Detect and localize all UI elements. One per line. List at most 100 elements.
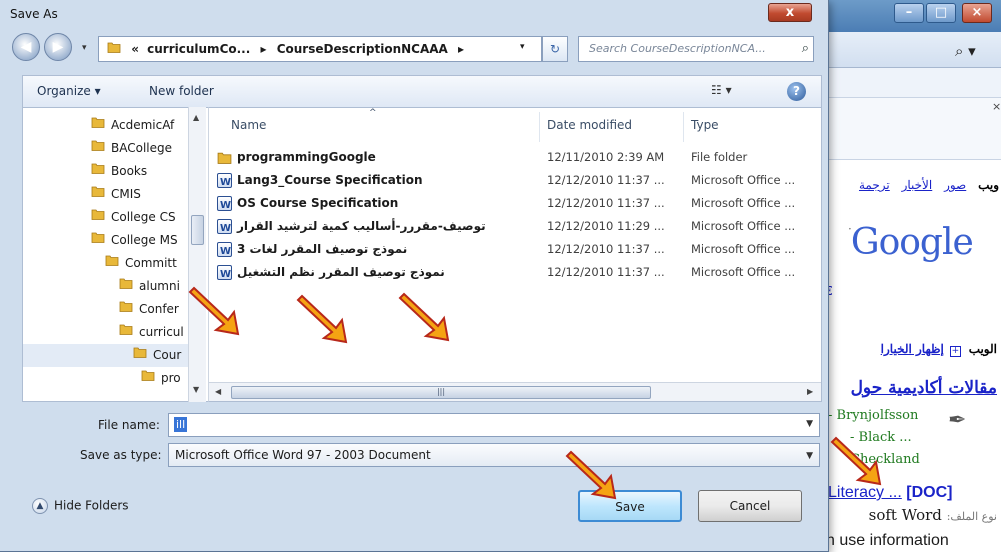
tree-item[interactable]: CMIS [91,183,141,206]
annotation-arrow-icon [830,436,882,486]
file-name: programmingGoogle [237,150,376,164]
file-type: Microsoft Office ... [691,196,796,210]
column-header-name[interactable]: Name [231,118,266,132]
address-bar[interactable]: « curriculumCo... ▸ CourseDescriptionNCA… [98,36,542,62]
refresh-button[interactable]: ↻ [542,36,568,62]
google-nav-news[interactable]: الأخبار [902,178,933,192]
command-bar: Organize ▾ New folder ☷ ▾ ? [22,75,822,107]
back-button[interactable]: ◀ [12,33,40,61]
address-dropdown-icon[interactable]: ▾ [520,42,525,52]
tree-item-label: College CS [111,210,176,224]
google-nav-translate[interactable]: ترجمة [859,178,890,192]
breadcrumb-prefix: « [131,42,139,56]
recent-pages-chevron-icon[interactable]: ▾ [82,43,87,53]
help-button[interactable]: ? [787,82,806,101]
file-row[interactable]: نموذج توصيف المقرر نظم التشغيل 12/12/201… [209,261,821,286]
scroll-left-icon[interactable]: ◀ [215,387,221,396]
tree-item[interactable]: Books [91,160,147,183]
breadcrumb-separator-2[interactable]: ▸ [458,42,464,56]
breadcrumb-curriculum[interactable]: curriculumCo... [147,42,250,56]
file-name-input[interactable]: ill ▼ [168,413,820,437]
nav-scroll-thumb[interactable] [191,215,204,245]
filetype-line: نوع الملف: soft Word [869,506,997,524]
tree-item-label: BACollege [111,141,173,155]
file-name-dropdown-icon[interactable]: ▼ [806,419,813,429]
citation-1[interactable]: - Brynjolfsson [828,408,918,423]
column-divider[interactable] [683,112,684,142]
tree-item-label: CMIS [111,187,141,201]
tree-item[interactable]: College MS [91,229,178,252]
google-results-page: ويب صور الأخبار ترجمة Google· Ξ الويب +إ… [820,160,1001,552]
horizontal-scrollbar[interactable]: ◀ ||| ▶ [209,382,821,401]
file-name-value: ill [174,417,188,432]
nav-scrollbar[interactable]: ▲ ▼ [188,107,206,402]
breadcrumb-separator[interactable]: ▸ [260,42,266,56]
tree-item-selected[interactable]: Cour [23,344,189,367]
breadcrumb-course-description[interactable]: CourseDescriptionNCAAA [277,42,448,56]
save-as-type-select[interactable]: Microsoft Office Word 97 - 2003 Document… [168,443,820,467]
file-row[interactable]: Lang3_Course Specification 12/12/2010 11… [209,169,821,194]
file-row[interactable]: نموذج توصيف المقرر لغات 3 12/12/2010 11:… [209,238,821,263]
file-row-folder[interactable]: programmingGoogle 12/11/2010 2:39 AM Fil… [209,146,821,169]
search-icon[interactable]: ⌕ [802,37,809,61]
search-input[interactable]: Search CourseDescriptionNCA... ⌕ [578,36,814,62]
column-header-type[interactable]: Type [691,118,719,132]
google-nav-web[interactable]: ويب [978,178,999,192]
folder-icon [119,298,133,321]
hide-folders-button[interactable]: ▲ Hide Folders [32,498,129,514]
forward-button[interactable]: ▶ [44,33,72,61]
result-snippet: n use information [826,532,949,549]
search-placeholder: Search CourseDescriptionNCA... [589,42,766,55]
google-logo[interactable]: Google· [848,222,974,263]
browser-search-icon[interactable]: ⌕ ▾ [955,42,976,60]
file-type: Microsoft Office ... [691,242,796,256]
save-as-type-dropdown-icon[interactable]: ▼ [806,445,813,467]
folder-icon [91,160,105,183]
annotation-arrow-icon [565,450,617,500]
folder-icon [91,183,105,206]
tree-item[interactable]: BACollege [91,137,172,160]
file-type: Microsoft Office ... [691,173,796,187]
save-as-dialog: Save As x ◀ ▶ ▾ « curriculumCo... ▸ Cour… [0,0,829,552]
browser-close-button[interactable]: × [962,3,992,23]
browser-bar-close-icon[interactable]: × [992,100,1001,113]
result-title-link[interactable]: مقالات أكاديمية حول [851,378,997,398]
tree-item[interactable]: College CS [91,206,176,229]
tree-item-label: curricul [139,325,184,339]
scroll-up-icon[interactable]: ▲ [193,113,199,122]
file-date: 12/12/2010 11:37 ... [547,265,665,279]
show-options-link[interactable]: إظهار الخيارا [881,342,944,356]
doc-tag: [DOC] [906,484,953,501]
scroll-right-icon[interactable]: ▶ [807,387,813,396]
tree-item[interactable]: Confer [119,298,179,321]
tree-item[interactable]: curricul [119,321,184,344]
organize-button[interactable]: Organize ▾ [37,84,101,98]
tree-item[interactable]: Committ [105,252,177,275]
cancel-button[interactable]: Cancel [698,490,802,522]
column-header-date[interactable]: Date modified [547,118,632,132]
tree-item[interactable]: pro [141,367,181,390]
column-divider[interactable] [539,112,540,142]
file-row[interactable]: OS Course Specification 12/12/2010 11:37… [209,192,821,217]
file-date: 12/11/2010 2:39 AM [547,150,665,164]
tree-item-label: Committ [125,256,177,270]
tree-item[interactable]: alumni [119,275,180,298]
file-row[interactable]: توصيف-مقررر-أساليب كمية لترشيد القرار 12… [209,215,821,240]
new-folder-button[interactable]: New folder [149,84,214,98]
expand-plus-icon[interactable]: + [949,346,961,357]
views-icon[interactable]: ☷ ▾ [711,83,732,97]
browser-titlebar: – □ × [820,0,1001,32]
scroll-down-icon[interactable]: ▼ [193,385,199,394]
browser-maximize-button[interactable]: □ [926,3,956,23]
dialog-title: Save As [10,7,58,21]
file-date: 12/12/2010 11:37 ... [547,196,665,210]
folder-icon [119,321,133,344]
horizontal-scroll-thumb[interactable]: ||| [231,386,651,399]
tree-item[interactable]: AcdemicAf [91,114,174,137]
dialog-close-button[interactable]: x [768,3,812,22]
google-nav-images[interactable]: صور [944,178,966,192]
browser-minimize-button[interactable]: – [894,3,924,23]
browser-band-2 [820,98,1001,160]
file-name: OS Course Specification [237,196,399,210]
tree-item-label: pro [161,371,181,385]
